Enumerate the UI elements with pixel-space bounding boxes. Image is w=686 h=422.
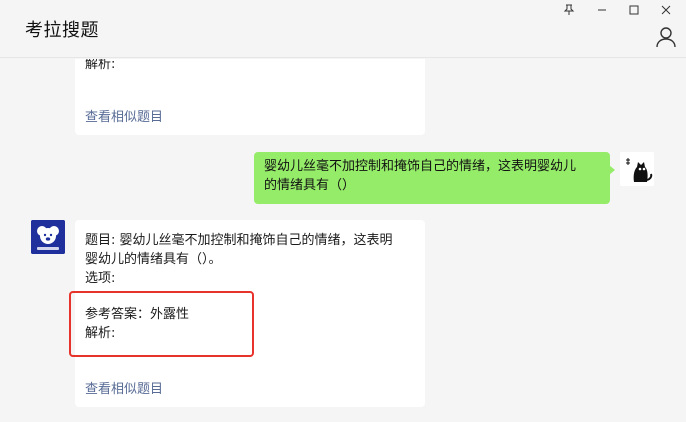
- question-text: 题目: 婴幼儿丝毫不加控制和掩饰自己的情绪，这表明 婴幼儿的情绪具有（）。 选项…: [85, 231, 420, 288]
- close-button[interactable]: [649, 0, 683, 20]
- maximize-icon: [629, 5, 639, 15]
- question-line: 题目: 婴幼儿丝毫不加控制和掩饰自己的情绪，这表明: [85, 233, 393, 248]
- question-line: 的情绪具有（）: [264, 178, 356, 193]
- user-avatar[interactable]: [620, 152, 654, 186]
- minimize-icon: [598, 9, 606, 11]
- title-bar: 考拉搜题: [0, 0, 686, 58]
- pin-icon: [563, 4, 575, 15]
- close-icon: [661, 5, 671, 15]
- cat-avatar-icon: [620, 152, 654, 186]
- analysis-label: 解析:: [85, 59, 116, 72]
- koala-logo-icon: [31, 220, 65, 254]
- options-label: 选项:: [85, 271, 116, 286]
- bot-avatar[interactable]: [31, 220, 65, 254]
- user-menu-button[interactable]: [655, 26, 677, 48]
- app-title: 考拉搜题: [25, 20, 99, 41]
- question-line: 婴幼儿的情绪具有（）。: [85, 252, 222, 267]
- question-line: 婴幼儿丝毫不加控制和掩饰自己的情绪，这表明婴幼儿: [264, 159, 577, 174]
- previous-answer-card: 解析: 查看相似题目: [75, 59, 425, 135]
- similar-questions-link[interactable]: 查看相似题目: [85, 380, 163, 399]
- answer-highlight-box: [69, 291, 254, 357]
- chat-area[interactable]: 解析: 查看相似题目 婴幼儿丝毫不加控制和掩饰自己的情绪，这表明婴幼儿 的情绪具…: [0, 59, 686, 422]
- minimize-button[interactable]: [585, 0, 619, 20]
- pin-button[interactable]: [552, 0, 586, 20]
- similar-questions-link[interactable]: 查看相似题目: [85, 108, 163, 127]
- maximize-button[interactable]: [617, 0, 651, 20]
- user-icon: [656, 27, 676, 48]
- user-question-bubble: 婴幼儿丝毫不加控制和掩饰自己的情绪，这表明婴幼儿 的情绪具有（）: [254, 152, 615, 204]
